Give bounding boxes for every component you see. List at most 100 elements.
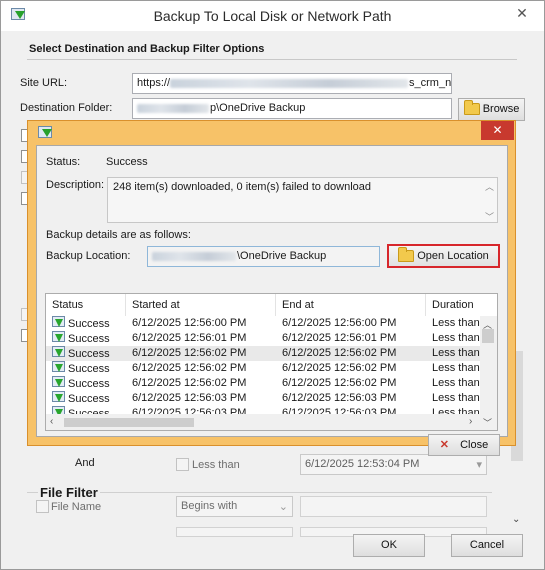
table-row[interactable]: Success 6/12/2025 12:56:02 PM 6/12/2025 12… (46, 376, 480, 391)
cell-end: 6/12/2025 12:56:02 PM (282, 346, 426, 361)
cell-started: 6/12/2025 12:56:02 PM (132, 361, 276, 376)
dialog-download-icon (38, 126, 52, 140)
destination-folder-field[interactable]: p\OneDrive Backup (132, 98, 452, 119)
cell-status: Success (52, 376, 126, 392)
table-row[interactable]: Success 6/12/2025 12:56:00 PM 6/12/2025 12… (46, 316, 480, 331)
cell-text: 6/12/2025 12:56:01 PM (282, 332, 397, 344)
date-value: 6/12/2025 12:53:04 PM (305, 458, 420, 470)
horizontal-scroll-thumb[interactable] (64, 418, 194, 427)
folder-icon (398, 247, 415, 263)
cell-duration: Less than (432, 376, 480, 391)
calendar-dropdown-icon[interactable]: ▾ (476, 458, 482, 471)
table-vertical-scrollbar[interactable]: ︿ ﹀ (480, 316, 497, 430)
cell-text: 6/12/2025 12:56:02 PM (282, 347, 397, 359)
cell-text: Less than (432, 347, 480, 359)
redacted-blur (137, 103, 209, 113)
cell-status: Success (52, 346, 126, 362)
redacted-blur (152, 251, 236, 261)
file-name-value-input[interactable] (300, 496, 487, 517)
success-download-icon (52, 316, 65, 329)
cell-duration: Less than (432, 331, 480, 346)
description-value: 248 item(s) downloaded, 0 item(s) failed… (113, 181, 372, 193)
cell-duration: Less than (432, 391, 480, 406)
scroll-left-icon[interactable]: ‹ (50, 416, 53, 427)
backup-location-label: Backup Location: (46, 250, 131, 262)
column-header-started[interactable]: Started at (126, 294, 276, 316)
cell-status: Success (52, 391, 126, 407)
cell-text: Success (68, 333, 110, 345)
success-download-icon (52, 331, 65, 344)
table-row[interactable]: Success 6/12/2025 12:56:02 PM 6/12/2025 12… (46, 346, 480, 361)
begins-with-value: Begins with (181, 500, 238, 512)
backup-location-suffix: \OneDrive Backup (237, 250, 327, 262)
status-value: Success (106, 156, 148, 168)
details-heading: Backup details are as follows: (46, 229, 191, 241)
cell-text: Less than (432, 377, 480, 389)
column-header-duration[interactable]: Duration (426, 294, 480, 316)
main-scroll-down-icon[interactable]: ⌄ (512, 514, 520, 525)
cell-text: 6/12/2025 12:56:00 PM (132, 317, 247, 329)
cell-text: Success (68, 393, 110, 405)
cell-end: 6/12/2025 12:56:02 PM (282, 361, 426, 376)
browse-label: Browse (482, 103, 520, 115)
scroll-right-icon[interactable]: › (469, 416, 472, 427)
column-header-end[interactable]: End at (276, 294, 426, 316)
cell-text: 6/12/2025 12:56:02 PM (132, 362, 247, 374)
section-divider (27, 59, 517, 60)
desc-scroll-up-icon[interactable]: ︿ (485, 180, 494, 193)
folder-icon (463, 100, 480, 116)
date-picker[interactable]: 6/12/2025 12:53:04 PM ▾ (300, 454, 487, 475)
success-download-icon (52, 391, 65, 404)
backup-results-table[interactable]: Status Started at End at Duration Succes… (45, 293, 498, 431)
table-row[interactable]: Success 6/12/2025 12:56:02 PM 6/12/2025 12… (46, 361, 480, 376)
main-close-button[interactable]: ✕ (505, 3, 539, 23)
cell-text: 6/12/2025 12:56:02 PM (132, 347, 247, 359)
file-name-operator-select[interactable]: Begins with ⌄ (176, 496, 293, 517)
cell-status: Success (52, 361, 126, 377)
cell-end: 6/12/2025 12:56:02 PM (282, 376, 426, 391)
table-horizontal-scrollbar[interactable]: ‹ › (46, 414, 480, 430)
description-box[interactable]: 248 item(s) downloaded, 0 item(s) failed… (107, 177, 498, 223)
dialog-body: Status: Success Description: 248 item(s)… (36, 145, 508, 456)
scroll-down-icon[interactable]: ﹀ (483, 416, 492, 429)
cell-status: Success (52, 331, 126, 347)
main-title-bar: Backup To Local Disk or Network Path ✕ (1, 1, 544, 31)
site-url-field[interactable]: https:// s_crm_nu (132, 73, 452, 94)
cell-text: Less than (432, 392, 480, 404)
vertical-scroll-thumb[interactable] (482, 329, 494, 343)
cancel-button[interactable]: Cancel (451, 534, 523, 557)
section-title: Select Destination and Backup Filter Opt… (29, 43, 265, 55)
cell-text: Success (68, 363, 110, 375)
table-row[interactable]: Success 6/12/2025 12:56:03 PM 6/12/2025 12… (46, 391, 480, 406)
site-url-prefix: https:// (137, 77, 171, 89)
dialog-close-x-button[interactable]: ✕ (481, 121, 514, 140)
cell-text: 6/12/2025 12:56:02 PM (132, 377, 247, 389)
window-title: Backup To Local Disk or Network Path (153, 8, 392, 24)
cell-duration: Less than (432, 361, 480, 376)
table-row[interactable]: Success 6/12/2025 12:56:01 PM 6/12/2025 12… (46, 331, 480, 346)
cell-text: Less than (432, 362, 480, 374)
extra-select[interactable] (176, 527, 293, 537)
backup-location-field[interactable]: \OneDrive Backup (147, 246, 380, 267)
destination-folder-label: Destination Folder: (20, 102, 113, 114)
site-url-suffix: s_crm_nu (409, 77, 452, 89)
cell-text: 6/12/2025 12:56:02 PM (282, 362, 397, 374)
status-label: Status: (46, 156, 81, 168)
close-button[interactable]: ✕ Close (428, 434, 500, 456)
open-location-button[interactable]: Open Location (387, 244, 500, 268)
cell-started: 6/12/2025 12:56:03 PM (132, 391, 276, 406)
cell-text: 6/12/2025 12:56:01 PM (132, 332, 247, 344)
cell-text: Success (68, 348, 110, 360)
desc-scroll-down-icon[interactable]: ﹀ (485, 210, 494, 223)
less-than-label: Less than (192, 459, 240, 471)
redacted-blur (170, 78, 409, 88)
browse-button[interactable]: Browse (458, 98, 525, 121)
cell-text: Success (68, 378, 110, 390)
site-url-label: Site URL: (20, 77, 68, 89)
cell-started: 6/12/2025 12:56:02 PM (132, 346, 276, 361)
less-than-checkbox[interactable] (176, 458, 189, 471)
ok-button[interactable]: OK (353, 534, 425, 557)
column-header-status[interactable]: Status (46, 294, 126, 316)
file-name-checkbox[interactable] (36, 500, 49, 513)
select-chevron-icon: ⌄ (278, 501, 288, 513)
